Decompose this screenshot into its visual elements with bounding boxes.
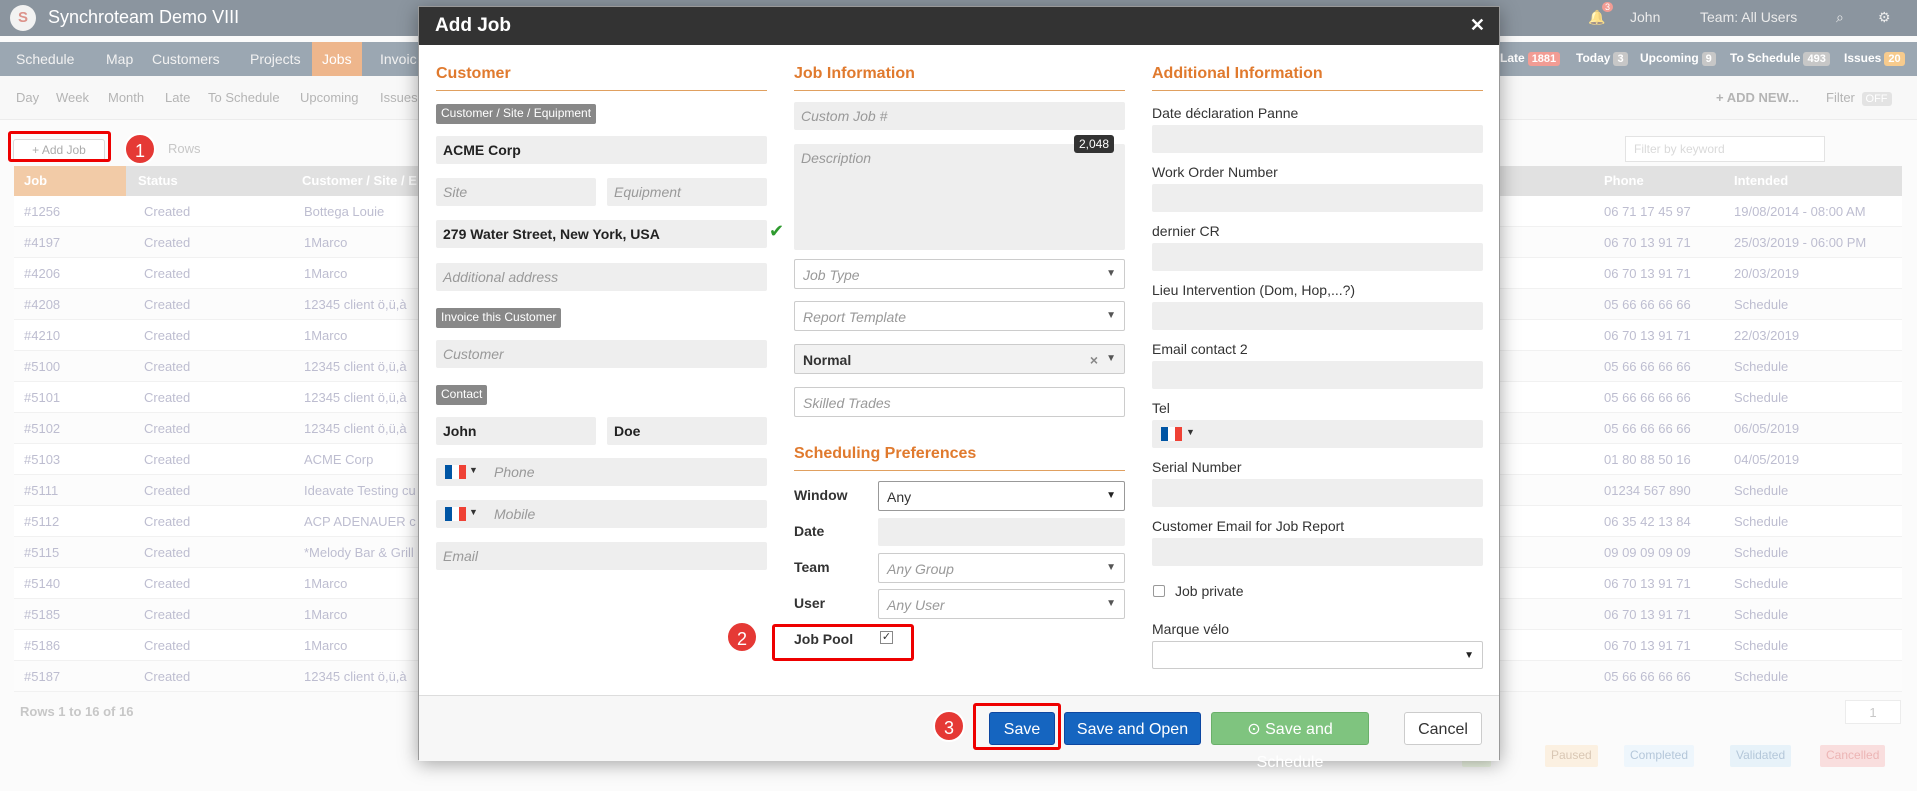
character-count-badge: 2,048 [1074, 135, 1115, 153]
window-select[interactable]: Any ▼ [878, 481, 1125, 511]
save-and-open-button[interactable]: Save and Open [1064, 712, 1201, 745]
tel-field[interactable] [1152, 420, 1483, 448]
additional-information-heading: Additional Information [1152, 65, 1483, 91]
chevron-down-icon: ▼ [1106, 490, 1116, 501]
clear-icon[interactable]: × [1090, 352, 1098, 368]
marque-velo-label: Marque vélo [1152, 621, 1230, 637]
invoice-customer-field[interactable]: Customer [436, 340, 767, 368]
work-order-number-label: Work Order Number [1152, 164, 1278, 180]
france-flag-icon[interactable] [445, 507, 467, 521]
contact-first-name-field[interactable]: John [436, 417, 596, 445]
serial-number-label: Serial Number [1152, 459, 1242, 475]
highlight-job-pool [772, 624, 914, 661]
serial-number-field[interactable] [1152, 479, 1483, 507]
date-field[interactable] [878, 518, 1125, 546]
step-2-marker: 2 [726, 621, 758, 653]
step-3-marker: 3 [933, 710, 965, 742]
close-icon[interactable]: ✕ [1470, 15, 1485, 36]
team-select[interactable]: Any Group ▼ [878, 553, 1125, 583]
step-1-marker: 1 [124, 133, 156, 165]
phone-field[interactable]: Phone [436, 458, 767, 486]
customer-email-field[interactable] [1152, 538, 1483, 566]
contact-last-name-field[interactable]: Doe [607, 417, 767, 445]
chevron-down-icon[interactable]: ▼ [469, 465, 478, 475]
job-type-select[interactable]: Job Type ▼ [794, 259, 1125, 289]
scheduling-preferences-heading: Scheduling Preferences [794, 445, 1125, 471]
job-private-checkbox[interactable] [1153, 585, 1165, 597]
job-information-heading: Job Information [794, 65, 1125, 91]
additional-address-field[interactable]: Additional address [436, 263, 767, 291]
chevron-down-icon: ▼ [1106, 562, 1116, 573]
add-job-modal: Add Job ✕ Customer Customer / Site / Equ… [418, 6, 1500, 771]
save-and-schedule-button[interactable]: ⊙ Save and Schedule [1211, 712, 1369, 771]
email-field[interactable]: Email [436, 542, 767, 570]
cancel-button[interactable]: Cancel [1404, 712, 1482, 745]
chevron-down-icon[interactable]: ▼ [1186, 427, 1195, 437]
window-label: Window [794, 487, 848, 503]
chevron-down-icon: ▼ [1106, 598, 1116, 609]
lieu-intervention-label: Lieu Intervention (Dom, Hop,...?) [1152, 282, 1356, 298]
modal-title: Add Job [435, 15, 511, 36]
france-flag-icon[interactable] [1161, 427, 1183, 441]
date-declaration-panne-field[interactable] [1152, 125, 1483, 153]
address-field[interactable]: 279 Water Street, New York, USA [436, 220, 767, 248]
email-contact-2-label: Email contact 2 [1152, 341, 1248, 357]
customer-email-label: Customer Email for Job Report [1152, 518, 1345, 534]
modal-header: Add Job ✕ [419, 7, 1499, 45]
equipment-field[interactable]: Equipment [607, 178, 767, 206]
priority-select[interactable]: Normal × ▼ [794, 344, 1125, 374]
marque-velo-select[interactable]: ▼ [1152, 641, 1483, 669]
team-label: Team [794, 559, 830, 575]
mobile-field[interactable]: Mobile [436, 500, 767, 528]
report-template-select[interactable]: Report Template ▼ [794, 301, 1125, 331]
chevron-down-icon: ▼ [1106, 268, 1116, 279]
chevron-down-icon: ▼ [1106, 310, 1116, 321]
customer-heading: Customer [436, 65, 767, 91]
skilled-trades-field[interactable]: Skilled Trades [794, 387, 1125, 417]
tel-label: Tel [1152, 400, 1170, 416]
date-declaration-panne-label: Date déclaration Panne [1152, 105, 1299, 121]
clock-icon: ⊙ [1247, 721, 1266, 738]
custom-job-number-field[interactable]: Custom Job # [794, 102, 1125, 130]
chevron-down-icon[interactable]: ▼ [469, 507, 478, 517]
user-select[interactable]: Any User ▼ [878, 589, 1125, 619]
france-flag-icon[interactable] [445, 465, 467, 479]
email-contact-2-field[interactable] [1152, 361, 1483, 389]
chevron-down-icon: ▼ [1106, 353, 1116, 364]
highlight-save [973, 703, 1061, 750]
dernier-cr-label: dernier CR [1152, 223, 1220, 239]
site-field[interactable]: Site [436, 178, 596, 206]
dernier-cr-field[interactable] [1152, 243, 1483, 271]
location-verified-icon: ✔ [769, 221, 785, 241]
job-private-label: Job private [1175, 583, 1244, 599]
user-label: User [794, 595, 826, 611]
date-label: Date [794, 523, 825, 539]
chevron-down-icon: ▼ [1464, 650, 1474, 661]
work-order-number-field[interactable] [1152, 184, 1483, 212]
customer-name-field[interactable]: ACME Corp [436, 136, 767, 164]
description-textarea[interactable]: Description [794, 144, 1125, 250]
invoice-customer-tag: Invoice this Customer [436, 308, 562, 328]
highlight-add-job [8, 131, 111, 162]
lieu-intervention-field[interactable] [1152, 302, 1483, 330]
contact-tag: Contact [436, 385, 488, 405]
customer-site-equipment-tag: Customer / Site / Equipment [436, 104, 597, 124]
